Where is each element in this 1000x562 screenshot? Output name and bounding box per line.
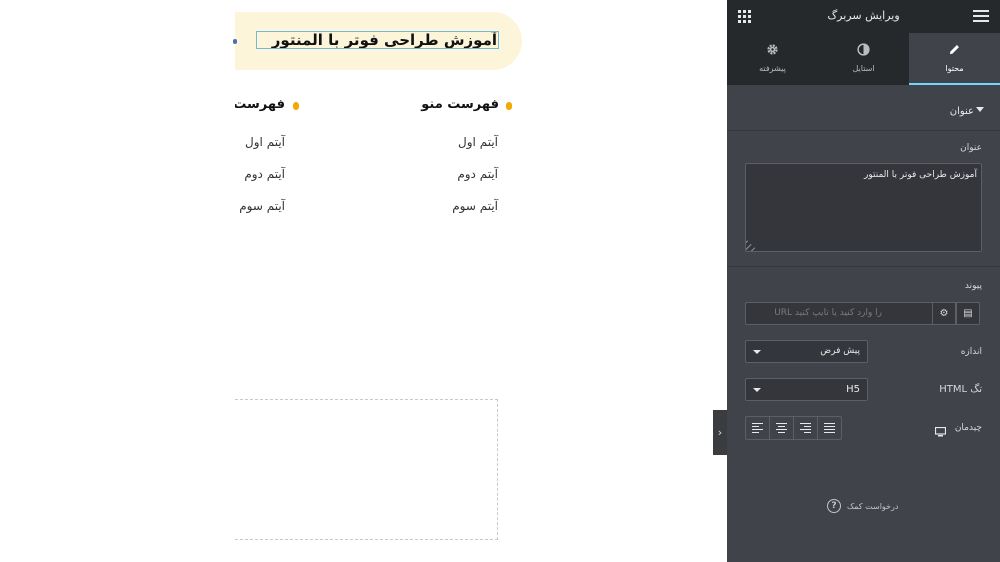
editor-panel: ویرایش سربرگ پیشرفته استایل محتوا عنوان — [727, 0, 1000, 562]
size-field-label: اندازه — [960, 347, 982, 357]
section-toggle-title[interactable]: عنوان — [727, 95, 1000, 131]
menu-item[interactable]: آیتم دوم — [235, 167, 285, 181]
menu-item[interactable]: آیتم سوم — [235, 199, 285, 213]
bullet-icon — [506, 102, 512, 110]
gear-icon — [727, 43, 818, 57]
pencil-icon — [909, 43, 1000, 57]
panel-title: ویرایش سربرگ — [827, 9, 900, 22]
tab-label: پیشرفته — [759, 64, 786, 73]
bullet-icon — [293, 102, 299, 110]
divider — [727, 266, 1000, 267]
html-tag-label: تگ HTML — [939, 384, 982, 395]
html-tag-select[interactable]: H5 — [745, 378, 868, 401]
align-justify-button[interactable] — [817, 417, 841, 439]
alignment-choices — [745, 416, 842, 440]
dynamic-tags-button[interactable]: ▤ — [956, 302, 980, 325]
hamburger-menu-icon[interactable] — [973, 10, 989, 23]
tab-label: محتوا — [945, 64, 964, 73]
url-input[interactable]: را وارد کنید یا تایپ کنید URL — [745, 302, 933, 325]
tab-content[interactable]: محتوا — [909, 33, 1000, 85]
menu-item[interactable]: آیتم دوم — [418, 167, 498, 181]
gear-icon: ⚙ — [939, 308, 949, 319]
align-left-button[interactable] — [746, 417, 769, 439]
help-icon[interactable]: ? — [827, 499, 841, 513]
editor-canvas: آموزش طراحی فوتر با المنتور فهرست منو آی… — [0, 0, 727, 562]
panel-tabs: پیشرفته استایل محتوا — [727, 33, 1000, 85]
size-select-value: پیش فرض — [820, 346, 860, 356]
size-select[interactable]: پیش فرض — [745, 340, 868, 363]
title-field-label: عنوان — [960, 143, 982, 153]
panel-header: ویرایش سربرگ — [727, 0, 1000, 33]
database-icon: ▤ — [963, 308, 973, 319]
desktop-icon[interactable] — [934, 422, 947, 437]
menu-item[interactable]: آیتم اول — [418, 135, 498, 149]
help-link[interactable]: درخواست کمک — [847, 500, 937, 514]
section-title: عنوان — [949, 106, 974, 117]
tab-advanced[interactable]: پیشرفته — [727, 33, 818, 85]
html-tag-value: H5 — [846, 384, 860, 395]
link-options-button[interactable]: ⚙ — [932, 302, 956, 325]
tab-style[interactable]: استایل — [818, 33, 909, 85]
alignment-label: چیدمان — [954, 423, 982, 433]
align-center-button[interactable] — [769, 417, 793, 439]
caret-down-icon — [753, 350, 761, 354]
heading-widget[interactable]: آموزش طراحی فوتر با المنتور — [256, 31, 499, 49]
menu-item[interactable]: آیتم سوم — [418, 199, 498, 213]
align-right-button[interactable] — [793, 417, 817, 439]
tab-label: استایل — [852, 64, 875, 73]
caret-down-icon — [976, 107, 984, 112]
link-field-label: پیوند — [964, 281, 982, 291]
title-textarea[interactable]: آموزش طراحی فوتر با المنتور — [745, 163, 982, 252]
menu-title[interactable]: فهرست منو — [398, 97, 499, 113]
menu-item[interactable]: آیتم اول — [235, 135, 285, 149]
empty-section-dropzone[interactable] — [235, 399, 498, 540]
menu-column-clipped: فهرست آیتم اول آیتم دوم آیتم سوم — [235, 90, 305, 230]
widgets-grid-icon[interactable] — [738, 10, 751, 23]
caret-down-icon — [753, 388, 761, 392]
panel-collapse-toggle[interactable]: › — [713, 410, 727, 455]
menu-title[interactable]: فهرست — [235, 97, 285, 113]
contrast-icon — [818, 43, 909, 57]
chevron-right-icon: › — [717, 426, 723, 439]
section-handle[interactable] — [233, 39, 237, 44]
